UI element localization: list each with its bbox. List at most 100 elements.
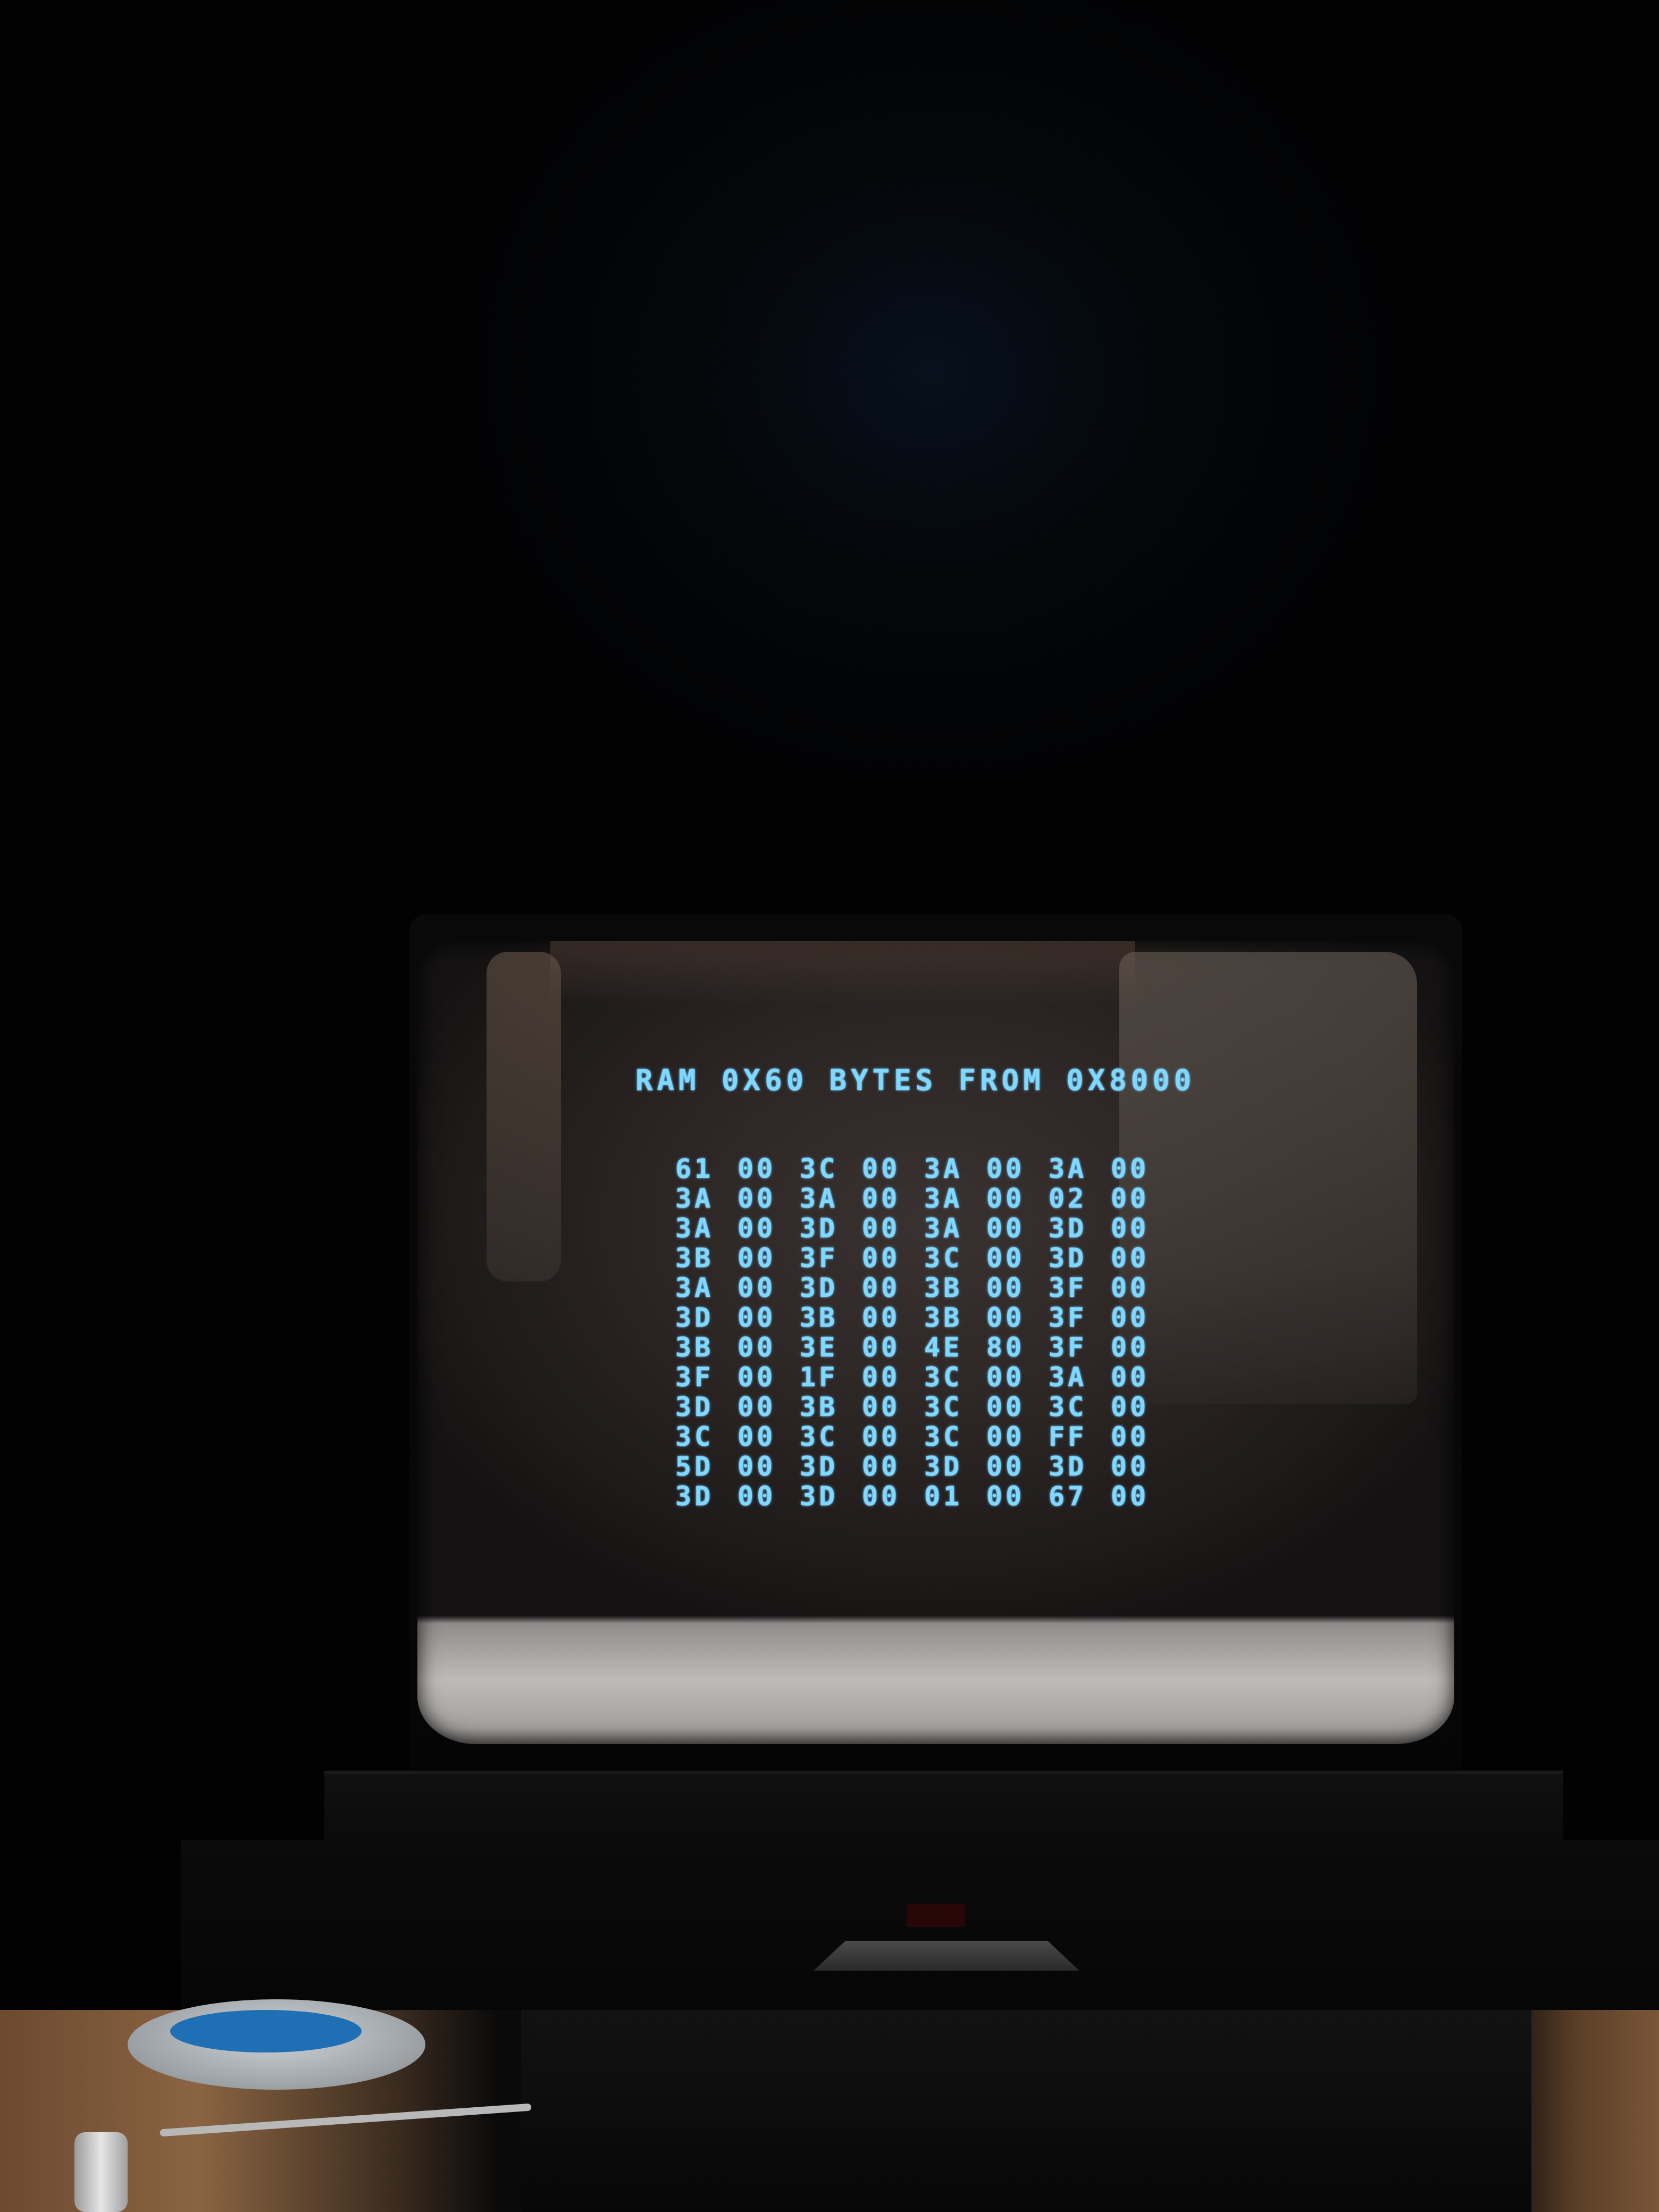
dump-row: 3D 00 3B 00 3B 00 3F 00: [675, 1302, 1173, 1333]
byte-value: 00: [1111, 1421, 1150, 1452]
byte-value: 00: [738, 1153, 776, 1184]
monitor-foot: [814, 1941, 1079, 1971]
byte-value: 67: [1049, 1481, 1087, 1512]
byte-value: 3D: [675, 1481, 714, 1512]
byte-value: 00: [1111, 1183, 1150, 1214]
byte-value: 00: [986, 1213, 1025, 1244]
photo-scene: RAM 0X60 BYTES FROM 0X8000 61 00 3C 00 3A 00 3…: [0, 0, 1659, 2212]
byte-value: 00: [1111, 1332, 1150, 1363]
dump-row: 3D 00 3B 00 3C 00 3C 00: [675, 1392, 1173, 1422]
byte-value: 3D: [1049, 1451, 1087, 1482]
byte-value: 00: [1111, 1213, 1150, 1244]
byte-value: 00: [738, 1392, 776, 1422]
byte-value: FF: [1049, 1421, 1087, 1452]
byte-value: 3F: [1049, 1272, 1087, 1303]
byte-value: 3C: [800, 1421, 839, 1452]
byte-value: 00: [1111, 1153, 1150, 1184]
byte-value: 3A: [1049, 1153, 1087, 1184]
monitor-stand: [521, 2010, 1531, 2212]
byte-value: 00: [1111, 1243, 1150, 1273]
byte-value: 00: [862, 1481, 901, 1512]
byte-value: 00: [862, 1451, 901, 1482]
byte-value: 00: [986, 1272, 1025, 1303]
byte-value: 3A: [800, 1183, 839, 1214]
dump-row: 5D 00 3D 00 3D 00 3D 00: [675, 1451, 1173, 1482]
byte-value: 00: [862, 1213, 901, 1244]
dump-row: 3A 00 3D 00 3B 00 3F 00: [675, 1272, 1173, 1303]
dump-row: 3C 00 3C 00 3C 00 FF 00: [675, 1421, 1173, 1452]
byte-value: 00: [862, 1153, 901, 1184]
white-peg: [74, 2132, 128, 2212]
memory-dump-table: 61 00 3C 00 3A 00 3A 00 3A 00 3A 00 3A 00 02 00 3A 00 3D 00…: [675, 1153, 1173, 1512]
byte-value: 3B: [675, 1332, 714, 1363]
monitor-bezel: [324, 1771, 1563, 1848]
byte-value: 00: [986, 1243, 1025, 1273]
byte-value: 00: [862, 1392, 901, 1422]
byte-value: 00: [738, 1332, 776, 1363]
dump-row: 61 00 3C 00 3A 00 3A 00: [675, 1153, 1173, 1184]
crt-screen: RAM 0X60 BYTES FROM 0X8000 61 00 3C 00 3A 00 3…: [417, 941, 1454, 1744]
byte-value: 3D: [800, 1451, 839, 1482]
byte-value: 00: [738, 1302, 776, 1333]
byte-value: 3B: [800, 1302, 839, 1333]
byte-value: 00: [738, 1481, 776, 1512]
byte-value: 3B: [675, 1243, 714, 1273]
byte-value: 00: [986, 1481, 1025, 1512]
byte-value: 3A: [924, 1183, 963, 1214]
dump-row: 3A 00 3A 00 3A 00 02 00: [675, 1183, 1173, 1214]
byte-value: 00: [862, 1272, 901, 1303]
byte-value: 3C: [800, 1153, 839, 1184]
byte-value: 01: [924, 1481, 963, 1512]
byte-value: 3D: [1049, 1243, 1087, 1273]
byte-value: 00: [738, 1362, 776, 1393]
byte-value: 61: [675, 1153, 714, 1184]
byte-value: 4E: [924, 1332, 963, 1363]
byte-value: 00: [1111, 1392, 1150, 1422]
byte-value: 3F: [800, 1243, 839, 1273]
byte-value: 3C: [924, 1362, 963, 1393]
byte-value: 3D: [924, 1451, 963, 1482]
byte-value: 3D: [800, 1481, 839, 1512]
dump-row: 3B 00 3F 00 3C 00 3D 00: [675, 1243, 1173, 1273]
byte-value: 5D: [675, 1451, 714, 1482]
byte-value: 3F: [675, 1362, 714, 1393]
byte-value: 00: [1111, 1302, 1150, 1333]
byte-value: 00: [738, 1272, 776, 1303]
byte-value: 3C: [675, 1421, 714, 1452]
byte-value: 00: [1111, 1481, 1150, 1512]
byte-value: 00: [1111, 1272, 1150, 1303]
byte-value: 3A: [924, 1153, 963, 1184]
byte-value: 3F: [1049, 1332, 1087, 1363]
byte-value: 1F: [800, 1362, 839, 1393]
byte-value: 3B: [924, 1302, 963, 1333]
byte-value: 3A: [1049, 1362, 1087, 1393]
byte-value: 00: [862, 1421, 901, 1452]
byte-value: 00: [862, 1243, 901, 1273]
byte-value: 00: [862, 1183, 901, 1214]
byte-value: 00: [986, 1302, 1025, 1333]
tape-roll-label: [170, 2010, 362, 2052]
byte-value: 3D: [800, 1272, 839, 1303]
byte-value: 3C: [924, 1392, 963, 1422]
byte-value: 80: [986, 1332, 1025, 1363]
byte-value: 00: [862, 1302, 901, 1333]
byte-value: 00: [986, 1183, 1025, 1214]
byte-value: 00: [738, 1213, 776, 1244]
byte-value: 00: [738, 1243, 776, 1273]
byte-value: 3E: [800, 1332, 839, 1363]
byte-value: 3B: [924, 1272, 963, 1303]
dump-row: 3F 00 1F 00 3C 00 3A 00: [675, 1362, 1173, 1393]
memory-dump-title: RAM 0X60 BYTES FROM 0X8000: [635, 1063, 1196, 1097]
byte-value: 3B: [800, 1392, 839, 1422]
byte-value: 3C: [1049, 1392, 1087, 1422]
byte-value: 00: [1111, 1362, 1150, 1393]
byte-value: 3A: [675, 1183, 714, 1214]
byte-value: 3D: [800, 1213, 839, 1244]
byte-value: 00: [986, 1421, 1025, 1452]
byte-value: 3A: [675, 1272, 714, 1303]
byte-value: 3F: [1049, 1302, 1087, 1333]
byte-value: 3A: [675, 1213, 714, 1244]
byte-value: 3D: [675, 1302, 714, 1333]
byte-value: 02: [1049, 1183, 1087, 1214]
byte-value: 3C: [924, 1421, 963, 1452]
